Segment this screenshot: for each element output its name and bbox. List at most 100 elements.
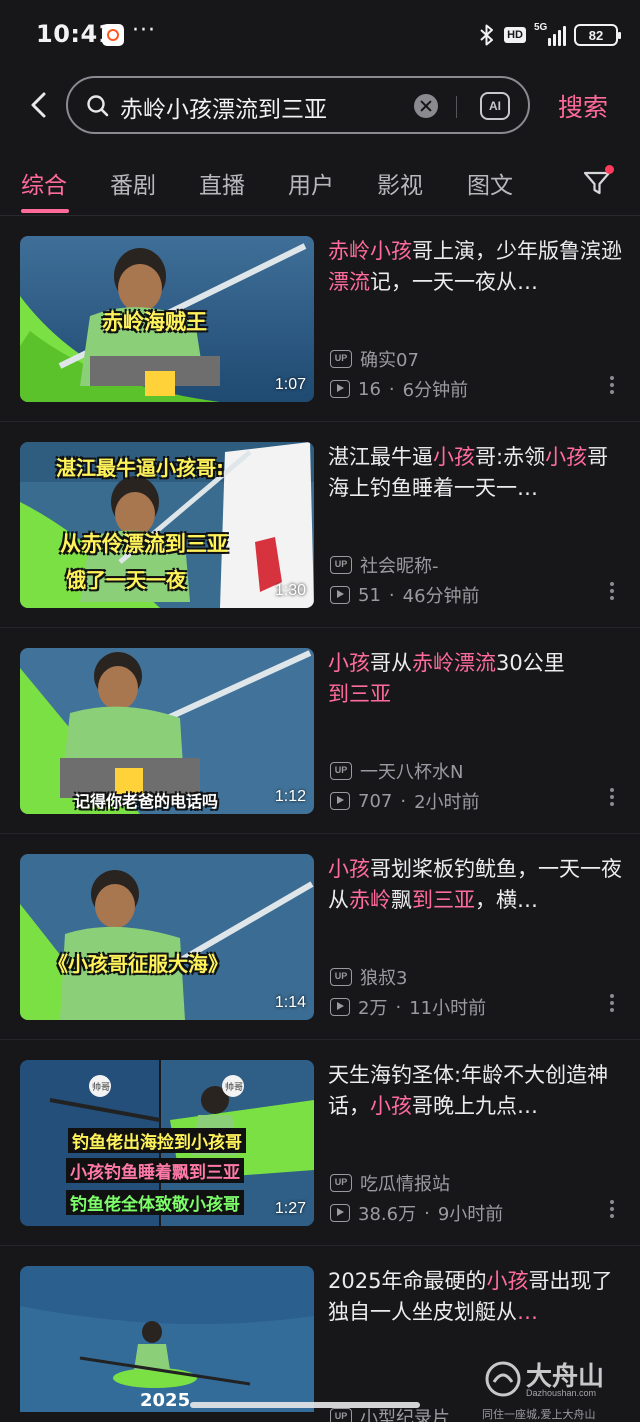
battery-icon: 82: [574, 24, 621, 46]
sticker-label: 帅哥: [92, 1083, 111, 1093]
video-thumbnail[interactable]: 赤岭海贼王 1:07: [20, 236, 314, 402]
video-thumbnail[interactable]: 《小孩哥征服大海》 1:14: [20, 854, 314, 1020]
search-results: 赤岭海贼王 1:07 赤岭小孩哥上演，少年版鲁滨逊漂流记，一天一夜从… UP 确…: [0, 216, 640, 1422]
publish-time: 9小时前: [437, 1204, 504, 1225]
title-text: 哥上演，少年版鲁滨逊: [412, 239, 622, 263]
more-options-icon[interactable]: [606, 582, 618, 604]
video-title[interactable]: 赤岭小孩哥上演，少年版鲁滨逊漂流记，一天一夜从…: [328, 236, 624, 298]
more-options-icon[interactable]: [606, 788, 618, 810]
stats-row: 51 · 46分钟前: [330, 582, 480, 608]
uploader-row[interactable]: UP 社会昵称-: [330, 552, 439, 578]
thumbnail-caption: 饿了一天一夜: [66, 568, 186, 592]
tab-film-tv[interactable]: 影视: [377, 166, 423, 200]
cellular-signal-icon: 5G: [534, 22, 566, 46]
video-item[interactable]: 记得你老爸的电话吗 1:12 小孩哥从赤岭漂流30公里 到三亚 UP 一天八杯水N…: [0, 628, 640, 834]
video-title[interactable]: 天生海钓圣体:年龄不大创造神话，小孩哥晚上九点…: [328, 1060, 624, 1122]
search-input[interactable]: 赤岭小孩漂流到三亚 AI: [66, 76, 530, 134]
tab-bangumi[interactable]: 番剧: [110, 166, 156, 200]
publish-time: 2小时前: [414, 792, 480, 813]
thumbnail-caption: 从赤伶漂流到三亚: [60, 532, 228, 556]
uploader-name[interactable]: 确实07: [360, 346, 419, 372]
separator: ·: [400, 790, 407, 812]
video-item[interactable]: 《小孩哥征服大海》 1:14 小孩哥划桨板钓鱿鱼，一天一夜从赤岭飘到三亚，横… …: [0, 834, 640, 1040]
uploader-name[interactable]: 一天八杯水N: [360, 758, 463, 784]
more-options-icon[interactable]: [606, 376, 618, 398]
video-title[interactable]: 湛江最牛逼小孩哥:赤领小孩哥海上钓鱼睡着一天一…: [328, 442, 624, 504]
thumbnail-caption: 钓鱼佬全体致敬小孩哥: [66, 1190, 244, 1215]
separator: ·: [388, 584, 395, 606]
title-text: 2025年命最硬的: [328, 1269, 487, 1293]
search-query[interactable]: 赤岭小孩漂流到三亚: [120, 90, 327, 124]
play-count-icon: [330, 380, 350, 398]
title-text: 记，一天一夜从…: [370, 270, 538, 294]
system-icons: HD 5G 82: [478, 22, 621, 48]
uploader-row[interactable]: UP 确实07: [330, 346, 419, 372]
battery-level: 82: [588, 27, 604, 43]
more-options-icon[interactable]: [606, 994, 618, 1016]
watermark-tagline: 同住一座城,爱上大舟山: [482, 1408, 596, 1421]
tab-articles[interactable]: 图文: [467, 166, 513, 200]
video-thumbnail[interactable]: 2025: [20, 1266, 314, 1412]
video-item[interactable]: 湛江最牛逼小孩哥: 从赤伶漂流到三亚 饿了一天一夜 1:30 湛江最牛逼小孩哥:…: [0, 422, 640, 628]
view-count: 16: [358, 378, 381, 400]
stats-row: 38.6万 · 9小时前: [330, 1200, 503, 1226]
uploader-icon: UP: [330, 556, 352, 574]
uploader-icon: UP: [330, 762, 352, 780]
title-highlight: 小孩: [433, 445, 475, 469]
tab-live[interactable]: 直播: [199, 166, 245, 200]
uploader-row[interactable]: UP 一天八杯水N: [330, 758, 463, 784]
uploader-name[interactable]: 狼叔3: [360, 964, 407, 990]
more-options-icon[interactable]: [606, 1200, 618, 1222]
ai-search-icon[interactable]: AI: [480, 92, 510, 120]
title-highlight: 小孩: [328, 857, 370, 881]
uploader-name[interactable]: 吃瓜情报站: [360, 1170, 450, 1196]
uploader-name[interactable]: 社会昵称-: [360, 552, 439, 578]
video-title[interactable]: 小孩哥划桨板钓鱿鱼，一天一夜从赤岭飘到三亚，横…: [328, 854, 624, 916]
active-tab-indicator: [21, 209, 69, 213]
video-duration: 1:12: [274, 788, 306, 805]
publish-time: 11小时前: [409, 998, 487, 1019]
bluetooth-icon: [480, 24, 494, 46]
app-notification-icon: [102, 24, 124, 46]
uploader-row[interactable]: UP 狼叔3: [330, 964, 407, 990]
back-arrow-icon[interactable]: [24, 88, 54, 122]
thumbnail-caption: 钓鱼佬出海捡到小孩哥: [68, 1128, 246, 1153]
video-item[interactable]: 赤岭海贼王 1:07 赤岭小孩哥上演，少年版鲁滨逊漂流记，一天一夜从… UP 确…: [0, 216, 640, 422]
separator: ·: [395, 996, 402, 1018]
category-tabs: 综合 番剧 直播 用户 影视 图文: [0, 160, 640, 216]
title-highlight: 到三亚: [412, 888, 475, 912]
video-duration: 1:27: [274, 1200, 306, 1217]
thumbnail-caption: 《小孩哥征服大海》: [48, 952, 228, 976]
network-type: 5G: [534, 22, 548, 33]
thumbnail-caption: 小孩钓鱼睡着飘到三亚: [66, 1158, 244, 1183]
view-count: 38.6万: [358, 1204, 417, 1225]
search-header: 赤岭小孩漂流到三亚 AI 搜索: [0, 74, 640, 136]
video-thumbnail[interactable]: 记得你老爸的电话吗 1:12: [20, 648, 314, 814]
status-bar: 10:41 ··· HD 5G 82: [0, 0, 640, 70]
filter-notification-dot: [605, 165, 614, 174]
play-count-icon: [330, 792, 350, 810]
home-indicator[interactable]: [190, 1402, 420, 1408]
video-thumbnail[interactable]: 帅哥 帅哥 钓鱼佬出海捡到小孩哥 小孩钓鱼睡着飘到三亚 钓鱼佬全体致敬小孩哥 1…: [20, 1060, 314, 1226]
clear-icon[interactable]: [414, 94, 438, 118]
play-count-icon: [330, 1204, 350, 1222]
video-title[interactable]: 小孩哥从赤岭漂流30公里 到三亚: [328, 648, 624, 710]
uploader-row[interactable]: UP 吃瓜情报站: [330, 1170, 450, 1196]
tab-users[interactable]: 用户: [288, 166, 334, 200]
video-title[interactable]: 2025年命最硬的小孩哥出现了独自一人坐皮划艇从…: [328, 1266, 624, 1328]
publish-time: 46分钟前: [402, 586, 480, 607]
separator: ·: [424, 1202, 430, 1224]
search-divider: [456, 96, 457, 118]
tab-comprehensive[interactable]: 综合: [21, 166, 67, 200]
thumbnail-caption: 记得你老爸的电话吗: [74, 792, 219, 811]
video-item[interactable]: 帅哥 帅哥 钓鱼佬出海捡到小孩哥 小孩钓鱼睡着飘到三亚 钓鱼佬全体致敬小孩哥 1…: [0, 1040, 640, 1246]
title-highlight: …: [517, 1300, 538, 1324]
uploader-icon: UP: [330, 1174, 352, 1192]
search-button[interactable]: 搜索: [558, 88, 608, 124]
play-count-icon: [330, 586, 350, 604]
video-duration: 1:14: [274, 994, 306, 1011]
thumbnail-caption: 赤岭海贼王: [102, 310, 207, 334]
video-thumbnail[interactable]: 湛江最牛逼小孩哥: 从赤伶漂流到三亚 饿了一天一夜 1:30: [20, 442, 314, 608]
publish-time: 6分钟前: [402, 380, 469, 401]
thumbnail-caption: 湛江最牛逼小孩哥:: [56, 456, 224, 480]
